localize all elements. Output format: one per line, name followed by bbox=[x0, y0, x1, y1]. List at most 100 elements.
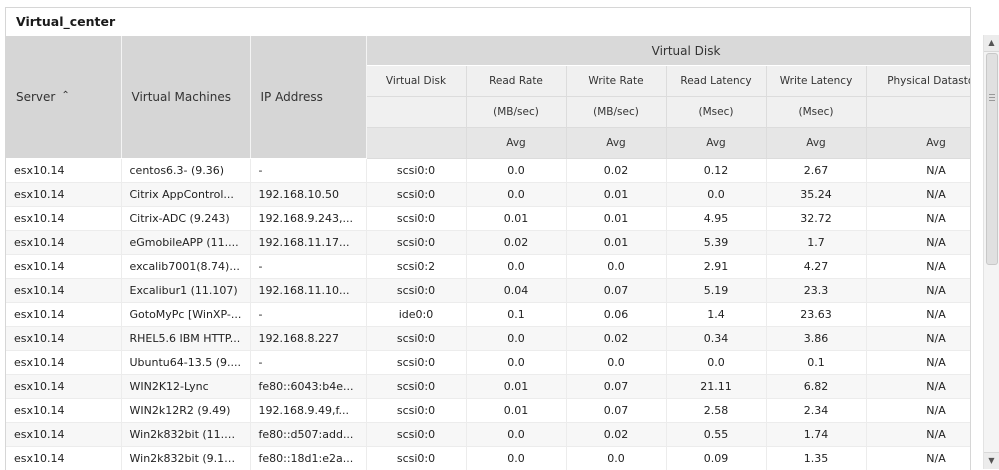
cell-read-latency: 1.4 bbox=[666, 303, 766, 327]
table-row[interactable]: esx10.14Ubuntu64-13.5 (9....-scsi0:00.00… bbox=[6, 351, 971, 375]
table-row[interactable]: esx10.14Win2k832bit (11.31)fe80::d507:ad… bbox=[6, 423, 971, 447]
agg-cell: Avg bbox=[866, 128, 971, 159]
cell-server: esx10.14 bbox=[6, 399, 121, 423]
cell-physical-datastore: N/A bbox=[866, 231, 971, 255]
cell-virtual-machine: centos6.3- (9.36) bbox=[121, 159, 250, 183]
cell-physical-datastore: N/A bbox=[866, 303, 971, 327]
cell-virtual-disk: scsi0:0 bbox=[366, 207, 466, 231]
table-row[interactable]: esx10.14RHEL5.6 IBM HTTP...192.168.8.227… bbox=[6, 327, 971, 351]
column-header-write-latency[interactable]: Write Latency bbox=[766, 66, 866, 97]
cell-virtual-machine: eGmobileAPP (11.... bbox=[121, 231, 250, 255]
column-header-write-rate[interactable]: Write Rate bbox=[566, 66, 666, 97]
cell-write-latency: 2.67 bbox=[766, 159, 866, 183]
cell-virtual-disk: scsi0:0 bbox=[366, 351, 466, 375]
cell-write-latency: 1.74 bbox=[766, 423, 866, 447]
column-header-physical-datastore[interactable]: Physical Datastore bbox=[866, 66, 971, 97]
cell-write-latency: 35.24 bbox=[766, 183, 866, 207]
cell-read-latency: 5.19 bbox=[666, 279, 766, 303]
cell-virtual-machine: Excalibur1 (11.107) bbox=[121, 279, 250, 303]
scrollbar-thumb[interactable] bbox=[986, 53, 998, 265]
cell-ip-address: fe80::d507:add... bbox=[250, 423, 366, 447]
cell-read-latency: 0.34 bbox=[666, 327, 766, 351]
cell-server: esx10.14 bbox=[6, 327, 121, 351]
cell-read-latency: 2.58 bbox=[666, 399, 766, 423]
unit-cell: (MB/sec) bbox=[466, 97, 566, 128]
cell-read-latency: 0.09 bbox=[666, 447, 766, 470]
cell-read-rate: 0.0 bbox=[466, 447, 566, 470]
table-row[interactable]: esx10.14WIN2K12-Lyncfe80::6043:b4e...scs… bbox=[6, 375, 971, 399]
cell-read-rate: 0.1 bbox=[466, 303, 566, 327]
cell-physical-datastore: N/A bbox=[866, 423, 971, 447]
cell-virtual-disk: scsi0:0 bbox=[366, 159, 466, 183]
cell-physical-datastore: N/A bbox=[866, 159, 971, 183]
cell-server: esx10.14 bbox=[6, 183, 121, 207]
cell-read-rate: 0.04 bbox=[466, 279, 566, 303]
unit-cell bbox=[866, 97, 971, 128]
cell-read-rate: 0.01 bbox=[466, 375, 566, 399]
column-header-server-label: Server bbox=[16, 90, 55, 104]
table-body: esx10.14centos6.3- (9.36)-scsi0:00.00.02… bbox=[6, 159, 971, 470]
cell-virtual-machine: WIN2k12R2 (9.49) bbox=[121, 399, 250, 423]
cell-write-rate: 0.07 bbox=[566, 399, 666, 423]
table-row[interactable]: esx10.14GotoMyPc [WinXP-...-ide0:00.10.0… bbox=[6, 303, 971, 327]
cell-write-latency: 2.34 bbox=[766, 399, 866, 423]
cell-write-rate: 0.02 bbox=[566, 159, 666, 183]
cell-read-latency: 0.12 bbox=[666, 159, 766, 183]
table-row[interactable]: esx10.14excalib7001(8.74)...-scsi0:20.00… bbox=[6, 255, 971, 279]
cell-server: esx10.14 bbox=[6, 231, 121, 255]
arrow-down-icon[interactable]: ▼ bbox=[984, 452, 999, 469]
column-header-virtual-disk[interactable]: Virtual Disk bbox=[366, 66, 466, 97]
cell-write-rate: 0.07 bbox=[566, 279, 666, 303]
arrow-up-icon[interactable]: ▲ bbox=[984, 35, 999, 52]
table-row[interactable]: esx10.14Citrix AppControl...192.168.10.5… bbox=[6, 183, 971, 207]
sort-ascending-icon[interactable]: ⌃ bbox=[61, 90, 69, 101]
agg-cell: Avg bbox=[766, 128, 866, 159]
cell-read-latency: 0.0 bbox=[666, 183, 766, 207]
unit-cell: (MB/sec) bbox=[566, 97, 666, 128]
cell-ip-address: - bbox=[250, 255, 366, 279]
cell-write-rate: 0.01 bbox=[566, 231, 666, 255]
cell-virtual-disk: scsi0:0 bbox=[366, 447, 466, 470]
table-row[interactable]: esx10.14Win2k832bit (9.143)fe80::18d1:e2… bbox=[6, 447, 971, 470]
cell-write-latency: 0.1 bbox=[766, 351, 866, 375]
cell-write-latency: 23.63 bbox=[766, 303, 866, 327]
table-row[interactable]: esx10.14centos6.3- (9.36)-scsi0:00.00.02… bbox=[6, 159, 971, 183]
column-header-read-rate[interactable]: Read Rate bbox=[466, 66, 566, 97]
cell-ip-address: 192.168.9.49,f... bbox=[250, 399, 366, 423]
cell-read-rate: 0.0 bbox=[466, 423, 566, 447]
cell-virtual-disk: scsi0:2 bbox=[366, 255, 466, 279]
cell-physical-datastore: N/A bbox=[866, 375, 971, 399]
cell-write-latency: 4.27 bbox=[766, 255, 866, 279]
table-row[interactable]: esx10.14WIN2k12R2 (9.49)192.168.9.49,f..… bbox=[6, 399, 971, 423]
cell-write-rate: 0.02 bbox=[566, 327, 666, 351]
cell-write-latency: 6.82 bbox=[766, 375, 866, 399]
column-header-ip-address[interactable]: IP Address bbox=[250, 36, 366, 159]
cell-server: esx10.14 bbox=[6, 303, 121, 327]
cell-write-latency: 1.35 bbox=[766, 447, 866, 470]
cell-ip-address: 192.168.11.17... bbox=[250, 231, 366, 255]
cell-physical-datastore: N/A bbox=[866, 351, 971, 375]
cell-write-rate: 0.02 bbox=[566, 423, 666, 447]
cell-read-latency: 2.91 bbox=[666, 255, 766, 279]
column-header-virtual-machines[interactable]: Virtual Machines bbox=[121, 36, 250, 159]
column-group-virtual-disk: Virtual Disk bbox=[366, 36, 971, 66]
table-row[interactable]: esx10.14eGmobileAPP (11....192.168.11.17… bbox=[6, 231, 971, 255]
cell-read-rate: 0.0 bbox=[466, 183, 566, 207]
column-header-server[interactable]: Server ⌃ bbox=[6, 36, 121, 159]
vertical-scrollbar[interactable]: ▲ ▼ bbox=[983, 35, 999, 469]
cell-virtual-machine: WIN2K12-Lync bbox=[121, 375, 250, 399]
column-header-read-latency[interactable]: Read Latency bbox=[666, 66, 766, 97]
agg-cell bbox=[366, 128, 466, 159]
table-row[interactable]: esx10.14Citrix-ADC (9.243)192.168.9.243,… bbox=[6, 207, 971, 231]
cell-ip-address: fe80::18d1:e2a... bbox=[250, 447, 366, 470]
cell-virtual-disk: scsi0:0 bbox=[366, 231, 466, 255]
cell-write-rate: 0.06 bbox=[566, 303, 666, 327]
table-row[interactable]: esx10.14Excalibur1 (11.107)192.168.11.10… bbox=[6, 279, 971, 303]
cell-read-rate: 0.02 bbox=[466, 231, 566, 255]
cell-write-rate: 0.07 bbox=[566, 375, 666, 399]
cell-read-rate: 0.01 bbox=[466, 207, 566, 231]
cell-virtual-disk: scsi0:0 bbox=[366, 399, 466, 423]
cell-server: esx10.14 bbox=[6, 159, 121, 183]
cell-physical-datastore: N/A bbox=[866, 399, 971, 423]
cell-ip-address: - bbox=[250, 303, 366, 327]
